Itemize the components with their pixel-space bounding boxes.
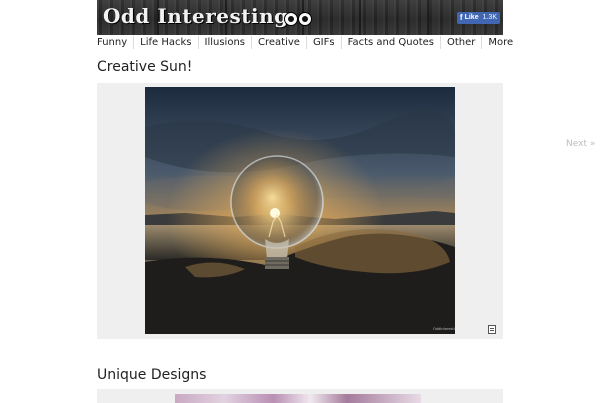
next-post-link[interactable]: Next » [566, 139, 595, 149]
main-nav: Funny Life Hacks Illusions Creative GIFs… [97, 35, 519, 49]
nav-item-creative[interactable]: Creative [251, 35, 306, 49]
post-image-container [97, 389, 503, 403]
post-title[interactable]: Creative Sun! [97, 59, 192, 75]
site-logo[interactable]: Odd Interesting [103, 4, 289, 28]
save-image-icon[interactable] [488, 325, 496, 334]
nav-item-life-hacks[interactable]: Life Hacks [133, 35, 197, 49]
nav-item-illusions[interactable]: Illusions [197, 35, 252, 49]
logo-eyes-icon [284, 12, 312, 26]
svg-text:OddInteresting: OddInteresting [433, 327, 455, 331]
facebook-like-label: Like [464, 14, 479, 21]
nav-item-other[interactable]: Other [439, 35, 481, 49]
nav-item-gifs[interactable]: GIFs [305, 35, 341, 49]
nav-item-more[interactable]: More [481, 35, 519, 49]
facebook-like-button[interactable]: f Like 1.3K [456, 12, 500, 24]
nav-item-funny[interactable]: Funny [97, 36, 133, 49]
nav-item-facts-and-quotes[interactable]: Facts and Quotes [340, 35, 440, 49]
site-header-banner[interactable]: Odd Interesting f Like 1.3K [97, 0, 503, 35]
facebook-icon: f [459, 13, 463, 22]
post-title[interactable]: Unique Designs [97, 367, 206, 383]
post-image-container: OddInteresting [97, 83, 503, 339]
post-image-unique-designs[interactable] [175, 394, 421, 403]
post-image-lightbulb-sunset[interactable]: OddInteresting [145, 87, 455, 334]
facebook-like-count: 1.3K [482, 14, 497, 21]
